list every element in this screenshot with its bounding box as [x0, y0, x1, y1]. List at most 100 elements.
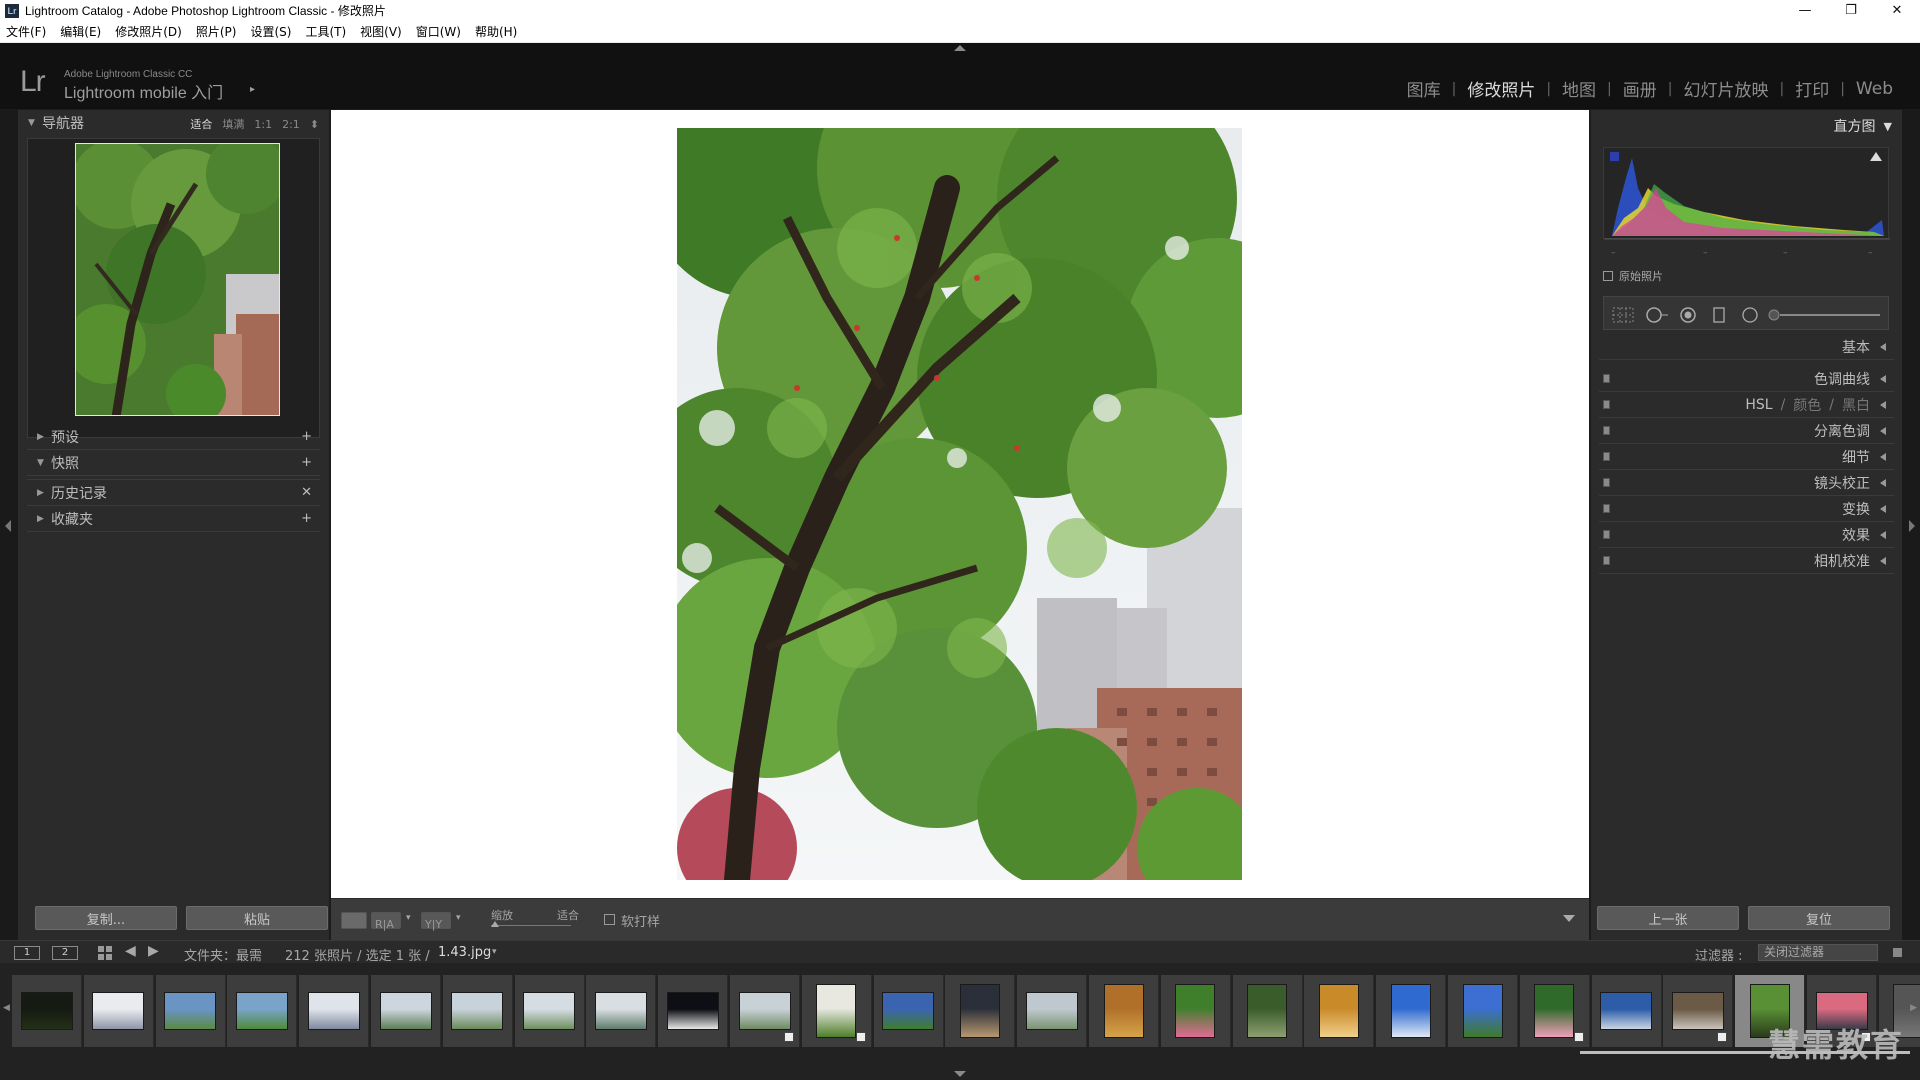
collapse-left-icon[interactable]	[1880, 401, 1886, 409]
filmstrip-thumbnail-pink-flower[interactable]	[1160, 975, 1231, 1047]
identity-plate[interactable]: Lightroom mobile 入门	[64, 79, 223, 103]
red-eye-icon[interactable]	[1678, 307, 1698, 323]
loupe-view-button[interactable]	[341, 912, 367, 929]
presets-panel-header[interactable]: ▶ 预设 +	[27, 424, 320, 450]
disclosure-right-icon[interactable]: ▶	[37, 514, 51, 524]
original-photo-checkbox[interactable]	[1603, 271, 1613, 281]
disclosure-down-icon[interactable]: ▼	[1884, 120, 1892, 133]
left-panel-edge[interactable]	[0, 110, 18, 940]
tone-curve-panel-header[interactable]: 色调曲线	[1599, 366, 1894, 392]
filmstrip-thumbnail-sunset[interactable]	[945, 975, 1016, 1047]
history-panel-header[interactable]: ▶ 历史记录 ✕	[27, 480, 320, 506]
filmstrip-thumbnail-night-dark[interactable]	[658, 975, 729, 1047]
toolbar-content-dropdown-icon[interactable]	[1563, 915, 1575, 922]
main-photo[interactable]	[677, 128, 1242, 880]
collapse-left-icon[interactable]	[1880, 531, 1886, 539]
filmstrip-filename[interactable]: 1.43.jpg	[438, 945, 491, 960]
filmstrip-thumbnail-lake-trees-2[interactable]	[442, 975, 513, 1047]
filmstrip-thumbnail-dark-tree[interactable]	[12, 975, 82, 1047]
filmstrip-thumbnail-river-sky[interactable]	[155, 975, 226, 1047]
filmstrip-thumbnail-field-sky[interactable]	[873, 975, 944, 1047]
histogram-header[interactable]: 直方图 ▼	[1834, 116, 1892, 136]
disclosure-right-icon[interactable]: ▶	[37, 488, 51, 498]
module-web[interactable]: Web	[1845, 79, 1904, 99]
grid-view-icon[interactable]	[98, 946, 112, 960]
panel-switch-icon[interactable]	[1603, 556, 1610, 565]
transform-panel-header[interactable]: 变换	[1599, 496, 1894, 522]
zoom-slider-thumb[interactable]	[491, 921, 499, 927]
add-preset-icon[interactable]: +	[301, 429, 312, 444]
filmstrip-thumbnail-lake-trees[interactable]	[371, 975, 441, 1047]
filmstrip-scroll-right-icon[interactable]: ▶	[1910, 1003, 1917, 1013]
filter-select[interactable]: 关闭过滤器	[1758, 944, 1878, 961]
graduated-filter-icon[interactable]	[1712, 307, 1726, 323]
bw-label[interactable]: 黑白	[1842, 395, 1870, 415]
panel-switch-icon[interactable]	[1603, 530, 1610, 539]
module-library[interactable]: 图库	[1396, 76, 1452, 101]
collapse-left-icon[interactable]	[1880, 479, 1886, 487]
menu-settings[interactable]: 设置(S)	[250, 23, 291, 40]
collapse-left-icon[interactable]	[1880, 343, 1886, 351]
menu-file[interactable]: 文件(F)	[6, 23, 46, 40]
menu-photo[interactable]: 照片(P)	[196, 23, 237, 40]
radial-filter-icon[interactable]	[1740, 307, 1760, 323]
reset-button[interactable]: 复位	[1748, 906, 1890, 930]
snapshots-panel-header[interactable]: ▼ 快照 +	[27, 450, 320, 476]
filmstrip-thumbnail-blue-sky-tree-2[interactable]	[1448, 975, 1518, 1047]
filmstrip-thumbnail-lotus[interactable]	[1519, 975, 1590, 1047]
color-label[interactable]: 颜色	[1793, 395, 1821, 415]
hsl-label[interactable]: HSL	[1745, 397, 1772, 413]
filmstrip-thumbnail-ferris-wheel[interactable]	[83, 975, 154, 1047]
zoom-slider-track[interactable]	[491, 925, 571, 926]
camera-calibration-panel-header[interactable]: 相机校准	[1599, 548, 1894, 574]
menu-develop[interactable]: 修改照片(D)	[115, 23, 182, 40]
panel-switch-icon[interactable]	[1603, 374, 1610, 383]
right-panel-edge[interactable]	[1902, 110, 1920, 940]
identity-arrow-icon[interactable]: ▸	[250, 84, 255, 95]
menu-window[interactable]: 窗口(W)	[416, 23, 461, 40]
zoom-fit[interactable]: 适合	[190, 116, 212, 132]
menu-tools[interactable]: 工具(T)	[305, 23, 346, 40]
close-button[interactable]: ✕	[1874, 0, 1920, 21]
paste-settings-button[interactable]: 粘贴	[186, 906, 328, 930]
module-print[interactable]: 打印	[1784, 76, 1840, 101]
effects-panel-header[interactable]: 效果	[1599, 522, 1894, 548]
split-toning-panel-header[interactable]: 分离色调	[1599, 418, 1894, 444]
filmstrip-thumbnail-autumn-leaves[interactable]	[1089, 975, 1159, 1047]
collapse-left-icon[interactable]	[1880, 375, 1886, 383]
previous-settings-button[interactable]: 上一张	[1597, 906, 1739, 930]
histogram-graph[interactable]	[1603, 147, 1890, 240]
soft-proof-checkbox[interactable]	[604, 914, 615, 925]
adjustment-brush-icon[interactable]	[1768, 307, 1884, 323]
filmstrip-thumbnail-ferris-wheel-2[interactable]	[299, 975, 370, 1047]
filmstrip-thumbnail-forest-path[interactable]	[1232, 975, 1303, 1047]
filename-dropdown-icon[interactable]: ▾	[492, 947, 497, 957]
filmstrip-source[interactable]: 文件夹：最需	[184, 945, 262, 964]
minimize-button[interactable]: —	[1782, 0, 1828, 21]
menu-edit[interactable]: 编辑(E)	[60, 23, 101, 40]
copy-settings-button[interactable]: 复制...	[35, 906, 177, 930]
navigator-thumbnail[interactable]	[75, 143, 280, 416]
module-map[interactable]: 地图	[1551, 76, 1607, 101]
collapse-left-icon[interactable]	[1880, 557, 1886, 565]
restore-button[interactable]: ❐	[1828, 0, 1874, 21]
basic-panel-header[interactable]: 基本	[1599, 334, 1894, 360]
filter-lock-icon[interactable]	[1893, 948, 1902, 957]
filmstrip-thumbnail-river-bridge[interactable]	[586, 975, 657, 1047]
hsl-panel-header[interactable]: HSL / 颜色 / 黑白	[1599, 392, 1894, 418]
add-collection-icon[interactable]: +	[301, 511, 312, 526]
panel-switch-icon[interactable]	[1603, 504, 1610, 513]
back-arrow-icon[interactable]: ◀	[125, 943, 136, 959]
module-develop[interactable]: 修改照片	[1456, 76, 1546, 101]
before-after-tb-button[interactable]: Y|Y	[421, 912, 451, 931]
filmstrip-thumbnail-golden-ornament[interactable]	[1304, 975, 1375, 1047]
panel-switch-icon[interactable]	[1603, 478, 1610, 487]
collections-panel-header[interactable]: ▶ 收藏夹 +	[27, 506, 320, 532]
collapse-top-panel-icon[interactable]	[954, 45, 966, 51]
menu-help[interactable]: 帮助(H)	[475, 23, 517, 40]
filmstrip-thumbnail-green-trees[interactable]	[227, 975, 298, 1047]
module-slideshow[interactable]: 幻灯片放映	[1672, 76, 1779, 101]
dropdown-arrow-icon[interactable]: ▾	[456, 913, 461, 923]
forward-arrow-icon[interactable]: ▶	[148, 943, 159, 959]
filmstrip-thumbnail-potted-plant[interactable]	[801, 975, 872, 1047]
